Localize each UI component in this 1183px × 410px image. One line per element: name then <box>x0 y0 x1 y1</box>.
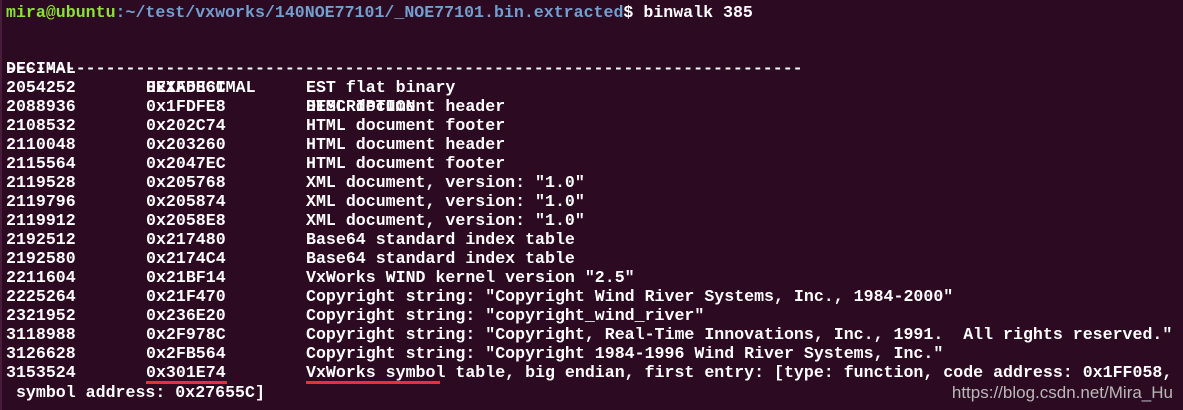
decimal-cell: 2119796 <box>6 192 76 211</box>
decimal-cell: 2192512 <box>6 230 76 249</box>
hex-cell: 0x205874 <box>146 192 226 211</box>
description-cell: XML document, version: "1.0" <box>306 173 585 192</box>
result-row: 3153524 0x301E74 VxWorks symbol table, big… <box>6 363 1181 382</box>
description-cell: XML document, version: "1.0" <box>306 211 585 230</box>
decimal-cell: 2192580 <box>6 249 76 268</box>
hex-cell: 0x217480 <box>146 230 226 249</box>
result-row: 2321952 0x236E20 Copyright string: "copyri… <box>6 306 1181 325</box>
description-cell: Copyright string: "copyright_wind_river" <box>306 306 705 325</box>
decimal-cell: 2110048 <box>6 135 76 154</box>
watermark: https://blog.csdn.net/Mira_Hu <box>951 383 1173 402</box>
description-underline <box>306 381 440 384</box>
result-row: 2192580 0x2174C4 Base64 standard index tab… <box>6 249 1181 268</box>
hex-cell: 0x236E20 <box>146 306 226 325</box>
hex-cell: 0x2047EC <box>146 154 226 173</box>
result-row: 3126628 0x2FB564 Copyright string: "Copyri… <box>6 344 1181 363</box>
hex-cell: 0x1FDFE8 <box>146 97 226 116</box>
command: binwalk 385 <box>643 3 753 22</box>
cwd-path: :~/test/vxworks/140NOE77101/_NOE77101.bi… <box>115 3 624 22</box>
decimal-cell: 2054252 <box>6 78 76 97</box>
hex-cell: 0x205768 <box>146 173 226 192</box>
window-edge <box>0 0 2 410</box>
decimal-cell: 2211604 <box>6 268 76 287</box>
description-cell: HTML document footer <box>306 116 506 135</box>
result-row: 2054252 0x1F586C EST flat binary <box>6 78 1181 97</box>
result-row: 2119912 0x2058E8 XML document, version: "1… <box>6 211 1181 230</box>
result-row: 3118988 0x2F978C Copyright string: "Copyri… <box>6 325 1181 344</box>
description-cell: Copyright string: "Copyright, Real-Time … <box>306 325 1173 344</box>
decimal-cell: 2115564 <box>6 154 76 173</box>
hex-cell: 0x203260 <box>146 135 226 154</box>
hex-cell: 0x1F586C <box>146 78 226 97</box>
hex-cell: 0x2174C4 <box>146 249 226 268</box>
result-row: 2110048 0x203260 HTML document header <box>6 135 1181 154</box>
hex-cell: 0x202C74 <box>146 116 226 135</box>
description-cell: EST flat binary <box>306 78 456 97</box>
result-row: 2119528 0x205768 XML document, version: "1… <box>6 173 1181 192</box>
decimal-cell: 3126628 <box>6 344 76 363</box>
description-cell: XML document, version: "1.0" <box>306 192 585 211</box>
description-cell: HTML document footer <box>306 154 506 173</box>
hex-cell: 0x2058E8 <box>146 211 226 230</box>
prompt-symbol: $ <box>623 3 644 22</box>
user-host: mira@ubuntu <box>6 3 116 22</box>
hex-cell: 0x2F978C <box>146 325 226 344</box>
description-cell: Base64 standard index table <box>306 249 575 268</box>
decimal-cell: 2321952 <box>6 306 76 325</box>
result-row: 2088936 0x1FDFE8 HTML document header <box>6 97 1181 116</box>
description-cell: Copyright string: "Copyright Wind River … <box>306 287 954 306</box>
header-row: DECIMAL HEXADECIMAL DESCRIPTION <box>6 40 1176 116</box>
decimal-cell: 3153524 <box>6 363 76 382</box>
hex-cell: 0x2FB564 <box>146 344 226 363</box>
decimal-cell: 2119528 <box>6 173 76 192</box>
hex-underline <box>146 381 227 384</box>
description-cell: VxWorks symbol table, big endian, first … <box>306 363 1173 382</box>
decimal-cell: 2225264 <box>6 287 76 306</box>
decimal-cell: 2119912 <box>6 211 76 230</box>
result-row: 2192512 0x217480 Base64 standard index tab… <box>6 230 1181 249</box>
description-cell: HTML document header <box>306 97 506 116</box>
prompt-line: mira@ubuntu:~/test/vxworks/140NOE77101/_… <box>6 3 753 22</box>
decimal-cell: 2108532 <box>6 116 76 135</box>
separator: ----------------------------------------… <box>6 59 803 78</box>
result-row: 2225264 0x21F470 Copyright string: "Copyri… <box>6 287 1181 306</box>
description-cell: Base64 standard index table <box>306 230 575 249</box>
hex-cell: 0x301E74 <box>146 363 226 382</box>
hex-cell: 0x21BF14 <box>146 268 226 287</box>
result-row: 2211604 0x21BF14 VxWorks WIND kernel versi… <box>6 268 1181 287</box>
result-row: 2119796 0x205874 XML document, version: "1… <box>6 192 1181 211</box>
description-cell: Copyright string: "Copyright 1984-1996 W… <box>306 344 944 363</box>
hex-cell: 0x21F470 <box>146 287 226 306</box>
decimal-cell: 3118988 <box>6 325 76 344</box>
description-cell: HTML document header <box>306 135 506 154</box>
description-cell: VxWorks WIND kernel version "2.5" <box>306 268 635 287</box>
wrapped-line: symbol address: 0x27655C] <box>6 383 265 402</box>
result-row: 2108532 0x202C74 HTML document footer <box>6 116 1181 135</box>
result-row: 2115564 0x2047EC HTML document footer <box>6 154 1181 173</box>
decimal-cell: 2088936 <box>6 97 76 116</box>
